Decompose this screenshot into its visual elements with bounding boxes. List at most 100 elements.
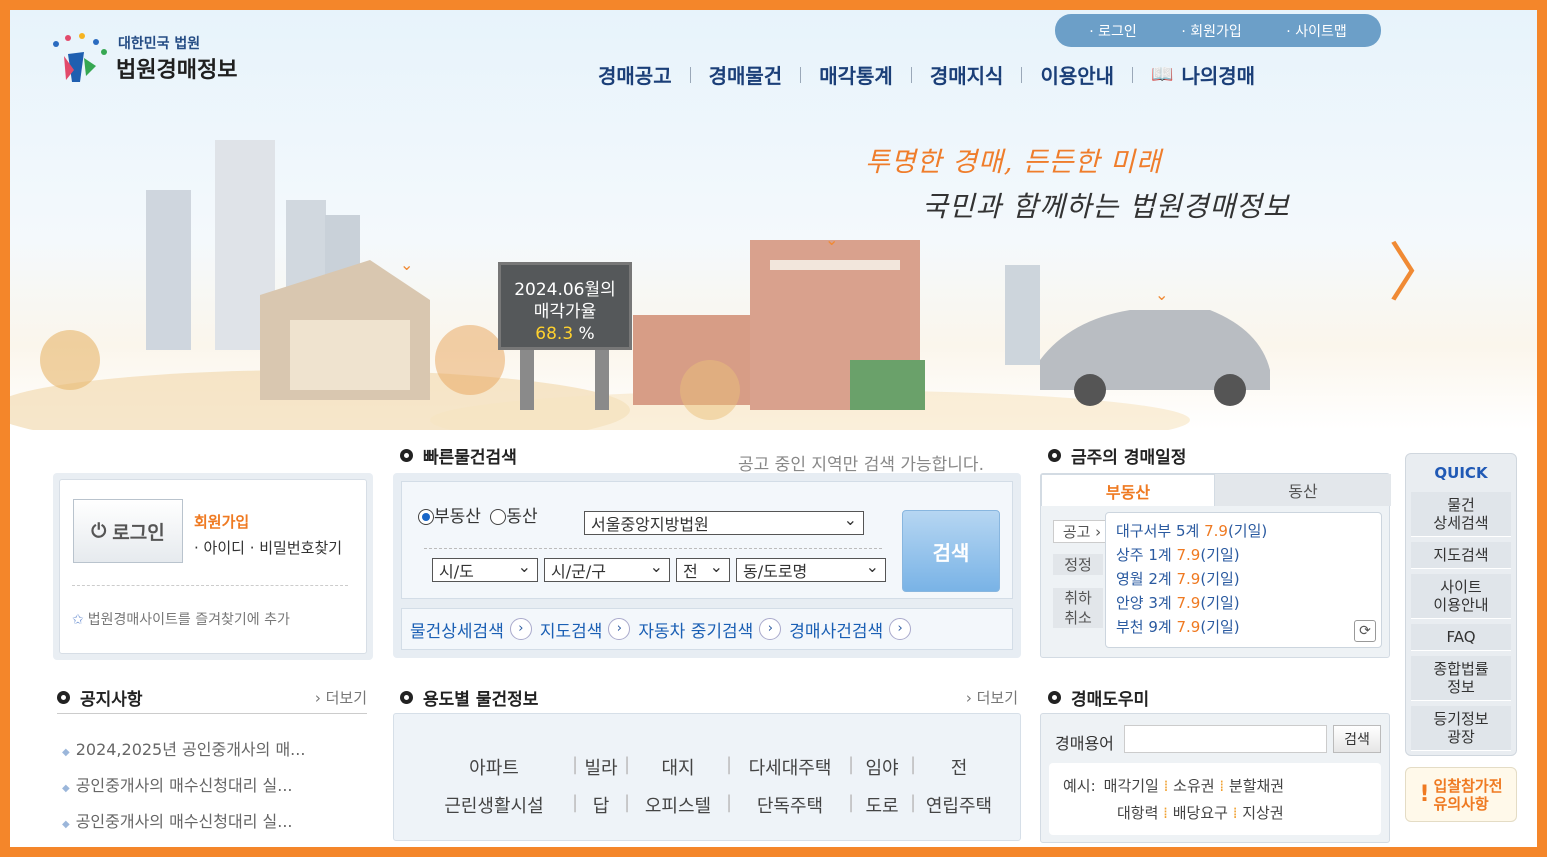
quick-map-search[interactable]: 지도검색 (1411, 542, 1511, 569)
divider (72, 585, 348, 586)
nav-sale-statistics[interactable]: 매각통계 (801, 60, 911, 89)
dong-select[interactable]: 동/도로명 (736, 558, 886, 582)
sigungu-select-value: 시/군/구 (551, 562, 606, 581)
help-panel: 경매용어 검색 예시: 매각기일 ⁞ 소유권 ⁞ 분할채권 대항력 ⁞ 배당요구 … (1040, 713, 1390, 843)
use-item[interactable]: 전 (919, 754, 999, 780)
quick-site-guide[interactable]: 사이트 이용안내 (1411, 574, 1511, 619)
schedule-item[interactable]: 부천 9계 7.9(기일) (1116, 615, 1371, 639)
notice-item[interactable]: ◆ 공인중개사의 매수신청대리 실... (62, 769, 305, 805)
radio-movable-label: 동산 (506, 507, 538, 527)
banner-slogan-1: 투명한 경매, 든든한 미래 (865, 147, 1162, 178)
star-icon: ✩ (72, 612, 84, 628)
notice-item[interactable]: ◆ 2024,2025년 공인중개사의 매... (62, 733, 305, 769)
quick-faq[interactable]: FAQ (1411, 624, 1511, 651)
nav-my-auction[interactable]: 📖 나의경매 (1133, 60, 1273, 89)
use-item[interactable]: 아파트 (419, 754, 569, 780)
find-id-password-link[interactable]: · 아이디 · 비밀번호찾기 (194, 537, 342, 558)
use-info-more-link[interactable]: › 더보기 (966, 687, 1018, 708)
use-item[interactable]: 도로 (857, 792, 907, 818)
use-item[interactable]: 오피스텔 (633, 792, 723, 818)
quick-registry-info[interactable]: 등기정보 광장 (1411, 706, 1511, 751)
example-term[interactable]: 지상권 (1242, 804, 1283, 822)
term-label: 경매용어 (1055, 734, 1114, 753)
util-login-link[interactable]: · 로그인 (1089, 21, 1137, 41)
login-button[interactable]: ⏻ 로그인 (73, 499, 183, 563)
use-item[interactable]: 단독주택 (735, 792, 845, 818)
banner-illustration: ⌄ ⌄ ⌄ (10, 140, 1270, 430)
util-sitemap-link[interactable]: · 사이트맵 (1286, 21, 1346, 41)
court-select[interactable]: 서울중앙지방법원 (584, 511, 864, 535)
schedule-court: 안양 3계 (1116, 594, 1177, 612)
quick-search-panel: 부동산 동산 서울중앙지방법원 시/도 시/군/구 전 동/도로명 검색 물건상… (393, 473, 1021, 658)
example-term[interactable]: 배당요구 (1173, 804, 1228, 822)
bullet-icon (400, 691, 413, 704)
example-term[interactable]: 소유권 (1173, 777, 1214, 795)
tag-withdrawal[interactable]: 취하 취소 (1053, 588, 1103, 628)
quick-search-links: 물건상세검색 › 지도검색 › 자동차 중기검색 › 경매사건검색 › (401, 608, 1013, 650)
use-item[interactable]: 임야 (857, 754, 907, 780)
notice-title: 공지사항 (80, 690, 143, 710)
use-item[interactable]: 근린생활시설 (419, 792, 569, 818)
example-term[interactable]: 매각기일 (1104, 777, 1159, 795)
nav-usage-guide[interactable]: 이용안내 (1022, 60, 1132, 89)
nav-auction-knowledge[interactable]: 경매지식 (912, 60, 1022, 89)
quick-menu: QUICK 물건 상세검색 지도검색 사이트 이용안내 FAQ 종합법률 정보 … (1405, 453, 1517, 756)
schedule-court: 상주 1계 (1116, 546, 1177, 564)
term-search-input[interactable] (1124, 725, 1327, 753)
sigungu-select[interactable]: 시/군/구 (544, 558, 670, 582)
join-link[interactable]: 회원가입 (194, 511, 249, 532)
schedule-item[interactable]: 영월 2계 7.9(기일) (1116, 567, 1371, 591)
quick-menu-title: QUICK (1434, 464, 1488, 482)
term-search-button[interactable]: 검색 (1333, 725, 1381, 753)
site-logo[interactable]: 대한민국 법원 법원경매정보 (44, 30, 274, 90)
tab-real-estate[interactable]: 부동산 (1041, 474, 1215, 506)
bullet-icon (1048, 691, 1061, 704)
use-item[interactable]: 빌라 (581, 754, 621, 780)
schedule-item[interactable]: 안양 3계 7.9(기일) (1116, 591, 1371, 615)
map-search-label: 지도검색 (539, 621, 603, 642)
tag-correction[interactable]: 정정 (1053, 554, 1103, 575)
example-term[interactable]: 대항력 (1117, 804, 1158, 822)
type-select[interactable]: 전 (676, 558, 730, 582)
vehicle-search-link[interactable]: 자동차 중기검색 › (638, 617, 782, 642)
divider (57, 713, 367, 714)
util-join-link[interactable]: · 회원가입 (1181, 21, 1241, 41)
schedule-date: 7.9 (1176, 546, 1201, 564)
schedule-item[interactable]: 대구서부 5계 7.9(기일) (1116, 519, 1371, 543)
refresh-icon[interactable]: ⟳ (1354, 620, 1376, 642)
sale-rate-billboard[interactable]: 2024.06월의 매각가율 68.3 % (498, 262, 632, 350)
add-favorite-link[interactable]: ✩ 법원경매사이트를 즐겨찾기에 추가 (72, 609, 290, 629)
schedule-item[interactable]: 상주 1계 7.9(기일) (1116, 543, 1371, 567)
use-item[interactable]: 답 (581, 792, 621, 818)
use-item[interactable]: 대지 (633, 754, 723, 780)
tab-movable[interactable]: 동산 (1215, 474, 1391, 506)
court-emblem-icon (53, 33, 107, 82)
nav-auction-items[interactable]: 경매물건 (691, 60, 801, 89)
case-search-link[interactable]: 경매사건검색 › (789, 617, 912, 642)
radio-real-estate[interactable] (418, 509, 434, 525)
quick-search-note: 공고 중인 지역만 검색 가능합니다. (738, 455, 984, 475)
banner-next-arrow-icon[interactable]: 〉 (1388, 222, 1452, 314)
quick-legal-info[interactable]: 종합법률 정보 (1411, 656, 1511, 701)
radio-movable[interactable] (490, 509, 507, 525)
example-term[interactable]: 분할채권 (1229, 777, 1284, 795)
chevron-right-icon: › (889, 618, 912, 640)
use-item[interactable]: 다세대주택 (735, 754, 845, 780)
quick-detail-search[interactable]: 물건 상세검색 (1411, 492, 1511, 537)
map-search-link[interactable]: 지도검색 › (540, 617, 631, 642)
nav-auction-notice[interactable]: 경매공고 (580, 60, 690, 89)
use-item[interactable]: 연립주택 (919, 792, 999, 818)
quick-search-button[interactable]: 검색 (902, 510, 1000, 592)
category-radios: 부동산 동산 (418, 502, 538, 527)
notice-more-link[interactable]: › 더보기 (315, 687, 367, 708)
chevron-right-icon: › (759, 618, 782, 640)
bidding-caution-link[interactable]: ! 입찰참가전 유의사항 (1405, 767, 1517, 822)
detail-search-link[interactable]: 물건상세검색 › (410, 617, 532, 642)
bullet-icon (57, 691, 70, 704)
tag-notice[interactable]: 공고 › (1053, 520, 1111, 543)
sido-select[interactable]: 시/도 (432, 558, 538, 582)
vehicle-search-label: 자동차 중기검색 (638, 621, 754, 642)
notice-item[interactable]: ◆ 공인중개사의 매수신청대리 실... (62, 805, 305, 841)
use-info-header: 용도별 물건정보 › 더보기 (400, 685, 1018, 710)
divider (424, 548, 882, 549)
